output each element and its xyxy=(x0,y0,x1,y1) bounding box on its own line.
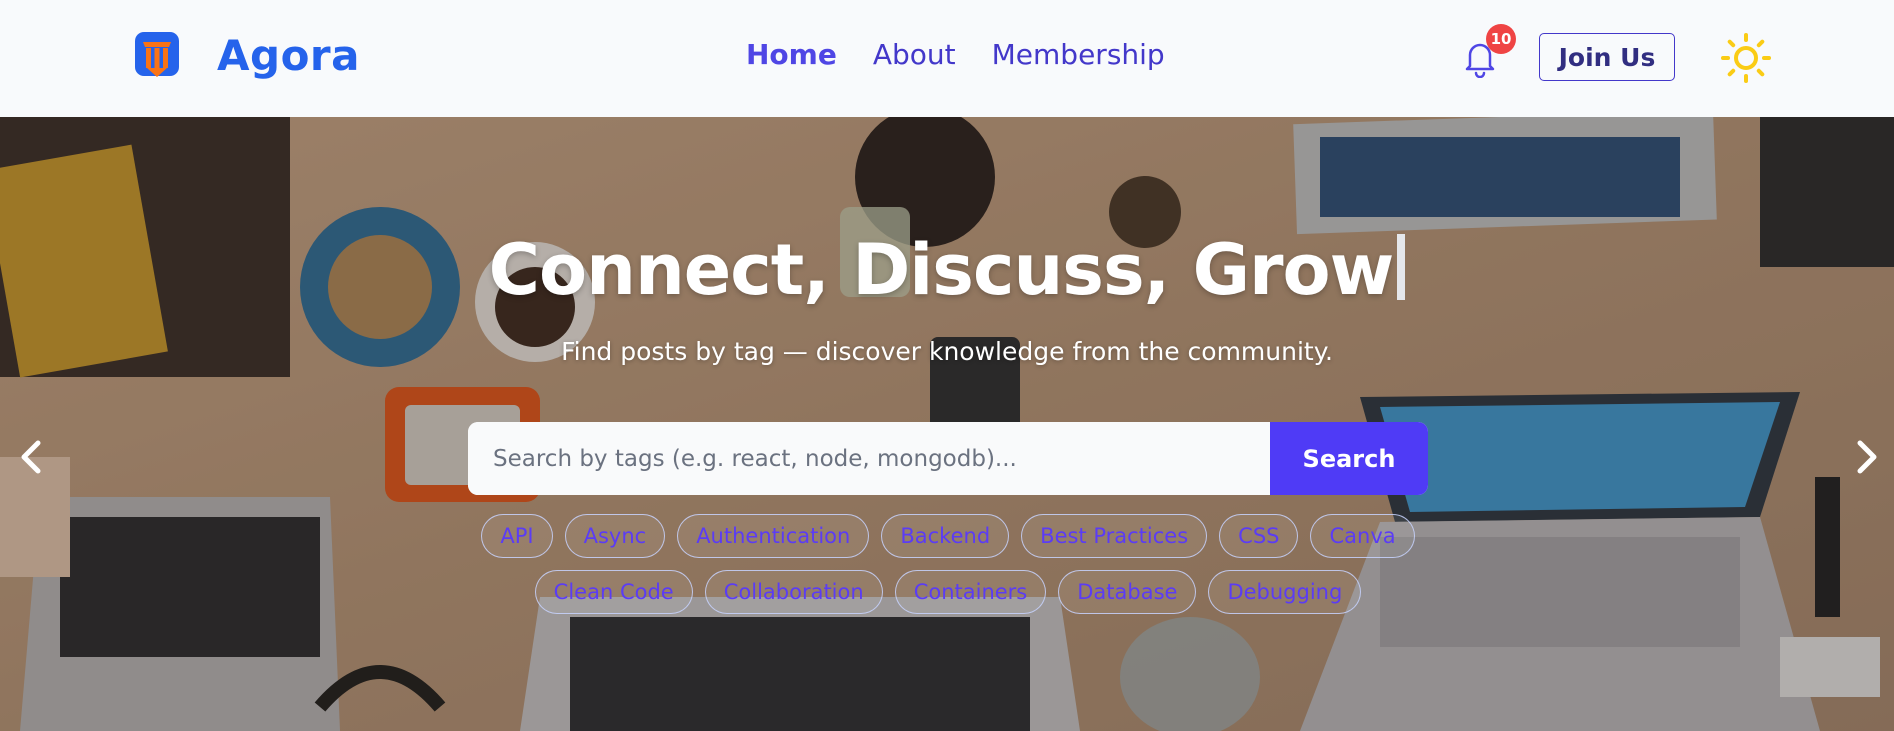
tag-chip[interactable]: Canva xyxy=(1310,514,1415,558)
brand[interactable]: Agora xyxy=(133,30,360,80)
tag-search-input[interactable] xyxy=(468,422,1270,495)
main-nav: Home About Membership xyxy=(746,38,1165,71)
tag-chip[interactable]: Containers xyxy=(894,570,1047,614)
tag-search-form: Search xyxy=(468,422,1428,495)
join-us-button[interactable]: Join Us xyxy=(1539,33,1675,81)
tag-chip[interactable]: Best Practices xyxy=(1021,514,1208,558)
notifications-button[interactable]: 10 xyxy=(1462,24,1516,79)
nav-link-about[interactable]: About xyxy=(873,38,956,71)
tag-chip[interactable]: API xyxy=(481,514,553,558)
tag-chip[interactable]: Debugging xyxy=(1208,570,1362,614)
hero-title-text: Connect, Discuss, Grow xyxy=(488,229,1395,311)
nav-link-membership[interactable]: Membership xyxy=(992,38,1165,71)
hero-subtitle: Find posts by tag — discover knowledge f… xyxy=(561,337,1333,366)
tag-chip[interactable]: Authentication xyxy=(677,514,870,558)
tag-chip[interactable]: Collaboration xyxy=(704,570,883,614)
sun-icon[interactable] xyxy=(1720,32,1772,84)
column-logo-icon xyxy=(135,32,179,77)
typing-cursor xyxy=(1397,234,1406,300)
tag-chip[interactable]: CSS xyxy=(1219,514,1299,558)
search-button[interactable]: Search xyxy=(1270,422,1428,495)
carousel-prev-arrow-icon[interactable] xyxy=(14,437,50,477)
hero-carousel: Connect, Discuss, Grow Find posts by tag… xyxy=(0,117,1894,731)
nav-link-home[interactable]: Home xyxy=(746,38,837,71)
tag-chip[interactable]: Database xyxy=(1058,570,1197,614)
tag-chip[interactable]: Async xyxy=(564,514,666,558)
notification-count-badge: 10 xyxy=(1486,24,1516,54)
tag-chip[interactable]: Clean Code xyxy=(534,570,693,614)
navbar: Agora Home About Membership 10 Join Us xyxy=(0,0,1894,117)
tag-list: API Async Authentication Backend Best Pr… xyxy=(460,514,1436,614)
hero-title: Connect, Discuss, Grow xyxy=(0,229,1894,311)
carousel-next-arrow-icon[interactable] xyxy=(1848,437,1884,477)
tag-chip[interactable]: Backend xyxy=(881,514,1010,558)
brand-name: Agora xyxy=(217,30,360,80)
